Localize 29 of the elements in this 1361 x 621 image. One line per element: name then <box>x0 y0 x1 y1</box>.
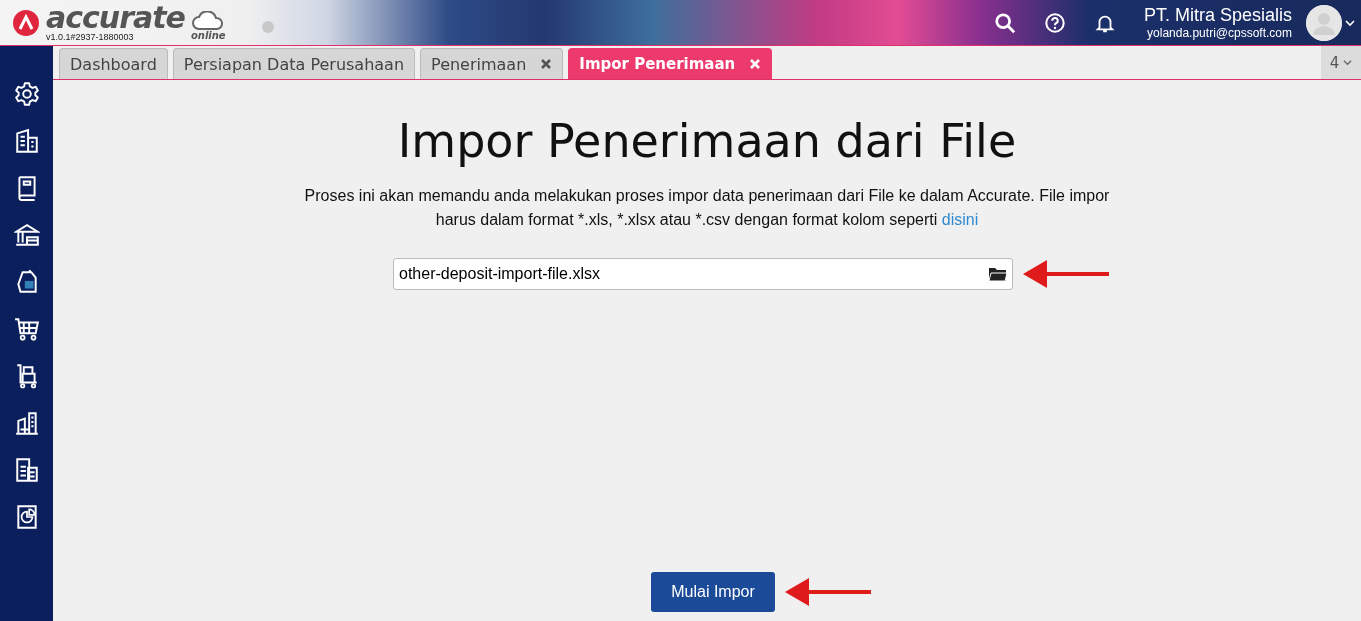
user-email: yolanda.putri@cpssoft.com <box>1147 26 1292 40</box>
brand-name: accurate <box>46 3 185 33</box>
page-title: Impor Penerimaan dari File <box>397 114 1017 168</box>
description-text: Proses ini akan memandu anda melakukan proses impor data penerimaan dari File ke dalam Accurate. File impor harus dalam format *.xls, *.xlsx atau *.csv dengan format kolom seperti disini <box>303 186 1111 230</box>
tab[interactable]: Dashboard <box>59 48 168 79</box>
start-import-button[interactable]: Mulai Impor <box>651 572 775 612</box>
search-icon[interactable] <box>993 11 1016 34</box>
close-icon[interactable] <box>540 58 553 70</box>
bank-icon[interactable] <box>13 222 40 248</box>
avatar[interactable] <box>1306 4 1342 41</box>
tab-count-dropdown[interactable]: 4 <box>1321 46 1361 79</box>
brand-subtitle: online <box>190 30 226 41</box>
file-input-field[interactable]: other-deposit-import-file.xlsx <box>393 258 1013 290</box>
folder-icon[interactable] <box>988 266 1008 282</box>
gear-icon[interactable] <box>13 81 40 107</box>
version-text: v1.0.1#2937-1880003 <box>46 33 135 42</box>
tab[interactable]: Impor Penerimaan <box>568 48 773 79</box>
cart-icon[interactable] <box>13 316 40 342</box>
status-dot <box>261 20 274 33</box>
building-icon[interactable] <box>13 128 40 154</box>
company-name: PT. Mitra Spesialis <box>1143 5 1292 26</box>
tab[interactable]: Persiapan Data Perusahaan <box>172 48 416 79</box>
caret-icon[interactable] <box>1345 17 1355 28</box>
logo-icon <box>12 8 40 37</box>
factory-icon[interactable] <box>13 410 40 436</box>
chevron-icon[interactable] <box>1343 58 1353 67</box>
help-icon[interactable] <box>1043 11 1066 34</box>
tab[interactable]: Penerimaan <box>420 48 564 79</box>
cloud-icon <box>191 10 226 31</box>
